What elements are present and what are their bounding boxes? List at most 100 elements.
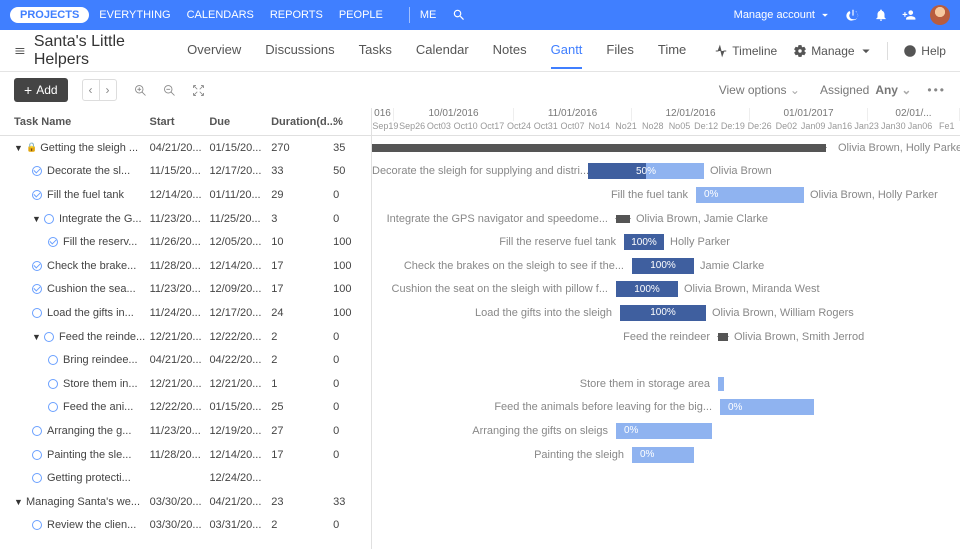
help-button[interactable]: Help: [903, 44, 946, 58]
task-row[interactable]: Cushion the sea...11/23/20...12/09/20...…: [0, 278, 371, 302]
gantt-row[interactable]: Check the brakes on the sleigh to see if…: [372, 254, 960, 278]
caret-icon[interactable]: ▼: [14, 497, 26, 507]
assigned-filter[interactable]: Any ⌄: [875, 83, 911, 97]
gantt-bar[interactable]: 100%: [620, 305, 706, 321]
check-icon[interactable]: [48, 237, 58, 247]
nav-people[interactable]: PEOPLE: [339, 9, 383, 21]
caret-icon[interactable]: ▼: [32, 214, 44, 224]
check-icon[interactable]: [32, 520, 42, 530]
nav-calendars[interactable]: CALENDARS: [187, 9, 254, 21]
add-button[interactable]: +Add: [14, 78, 68, 102]
task-row[interactable]: Feed the ani...12/22/20...01/15/20...250: [0, 396, 371, 420]
add-user-icon[interactable]: [902, 8, 916, 22]
tab-discussions[interactable]: Discussions: [265, 32, 334, 69]
gantt-bar[interactable]: 100%: [632, 258, 694, 274]
task-row[interactable]: Painting the sle...11/28/20...12/14/20..…: [0, 443, 371, 467]
gantt-row[interactable]: Fill the reserve fuel tank100%Holly Park…: [372, 230, 960, 254]
expand-icon[interactable]: [191, 83, 206, 98]
gantt-row[interactable]: Integrate the GPS navigator and speedome…: [372, 207, 960, 231]
manage-account[interactable]: Manage account: [734, 8, 832, 22]
gantt-bar[interactable]: 0%: [632, 447, 694, 463]
caret-icon[interactable]: ▼: [14, 143, 26, 153]
power-icon[interactable]: [846, 8, 860, 22]
check-icon[interactable]: [32, 308, 42, 318]
gantt-row[interactable]: Painting the sleigh0%: [372, 443, 960, 467]
tab-files[interactable]: Files: [606, 32, 633, 69]
task-row[interactable]: ▼Managing Santa's we...03/30/20...04/21/…: [0, 490, 371, 514]
task-row[interactable]: ▼Integrate the G...11/23/20...11/25/20..…: [0, 207, 371, 231]
check-icon[interactable]: [32, 261, 42, 271]
gantt-row[interactable]: Load the gifts into the sleigh100%Olivia…: [372, 301, 960, 325]
bell-icon[interactable]: [874, 8, 888, 22]
gantt-row[interactable]: [372, 348, 960, 372]
check-icon[interactable]: [32, 190, 42, 200]
gantt-row[interactable]: Olivia Brown, Holly Parker,: [372, 136, 960, 160]
col-task-name[interactable]: Task Name: [14, 116, 150, 128]
gantt-row[interactable]: Feed the animals before leaving for the …: [372, 396, 960, 420]
gantt-bar[interactable]: 0%: [720, 399, 814, 415]
check-icon[interactable]: [32, 284, 42, 294]
view-options[interactable]: View options ⌄: [719, 83, 800, 97]
check-icon[interactable]: [48, 379, 58, 389]
summary-bar[interactable]: [616, 215, 630, 223]
task-row[interactable]: ▼🔒Getting the sleigh ...04/21/20...01/15…: [0, 136, 371, 160]
more-menu[interactable]: •••: [927, 83, 946, 97]
task-row[interactable]: ▼Feed the reinde...12/21/20...12/22/20..…: [0, 325, 371, 349]
gantt-row[interactable]: Decorate the sleigh for supplying and di…: [372, 160, 960, 184]
col-percent[interactable]: %: [333, 116, 367, 128]
check-icon[interactable]: [44, 332, 54, 342]
check-icon[interactable]: [32, 166, 42, 176]
check-icon[interactable]: [48, 402, 58, 412]
tab-time[interactable]: Time: [658, 32, 686, 69]
avatar[interactable]: [930, 5, 950, 25]
tab-overview[interactable]: Overview: [187, 32, 241, 69]
task-row[interactable]: Decorate the sl...11/15/20...12/17/20...…: [0, 160, 371, 184]
search-icon[interactable]: [452, 8, 466, 22]
zoom-in-icon[interactable]: [133, 83, 148, 98]
nav-projects[interactable]: PROJECTS: [10, 7, 89, 23]
pager-prev[interactable]: ‹: [83, 80, 100, 100]
menu-icon[interactable]: [14, 43, 26, 59]
tab-gantt[interactable]: Gantt: [551, 32, 583, 69]
gantt-row[interactable]: [372, 490, 960, 514]
task-row[interactable]: Check the brake...11/28/20...12/14/20...…: [0, 254, 371, 278]
tab-tasks[interactable]: Tasks: [359, 32, 392, 69]
gantt-row[interactable]: Feed the reindeerOlivia Brown, Smith Jer…: [372, 325, 960, 349]
gantt-bar[interactable]: 50%: [588, 163, 704, 179]
gantt-bar[interactable]: 100%: [624, 234, 664, 250]
summary-bar[interactable]: [718, 333, 728, 341]
col-duration[interactable]: Duration(d...: [271, 116, 333, 128]
col-due[interactable]: Due: [209, 116, 271, 128]
check-icon[interactable]: [44, 214, 54, 224]
timeline-button[interactable]: Timeline: [714, 44, 777, 58]
col-start[interactable]: Start: [150, 116, 210, 128]
check-icon[interactable]: [32, 426, 42, 436]
gantt-row[interactable]: [372, 514, 960, 538]
task-row[interactable]: Bring reindee...04/21/20...04/22/20...20: [0, 348, 371, 372]
gantt-bar[interactable]: 100%: [616, 281, 678, 297]
task-row[interactable]: Fill the reserv...11/26/20...12/05/20...…: [0, 230, 371, 254]
gantt-chart[interactable]: 01610/01/201611/01/201612/01/201601/01/2…: [372, 108, 960, 549]
task-row[interactable]: Load the gifts in...11/24/20...12/17/20.…: [0, 301, 371, 325]
task-row[interactable]: Fill the fuel tank12/14/20...01/11/20...…: [0, 183, 371, 207]
gantt-row[interactable]: Cushion the seat on the sleigh with pill…: [372, 278, 960, 302]
gantt-row[interactable]: Arranging the gifts on sleigs0%: [372, 419, 960, 443]
gantt-bar[interactable]: [718, 377, 724, 391]
task-row[interactable]: Review the clien...03/30/20...03/31/20..…: [0, 514, 371, 538]
task-row[interactable]: Store them in...12/21/20...12/21/20...10: [0, 372, 371, 396]
check-icon[interactable]: [48, 355, 58, 365]
check-icon[interactable]: [32, 473, 42, 483]
tab-notes[interactable]: Notes: [493, 32, 527, 69]
task-row[interactable]: Getting protecti...12/24/20...: [0, 466, 371, 490]
gantt-row[interactable]: Fill the fuel tank0%Olivia Brown, Holly …: [372, 183, 960, 207]
nav-reports[interactable]: REPORTS: [270, 9, 323, 21]
caret-icon[interactable]: ▼: [32, 332, 44, 342]
zoom-out-icon[interactable]: [162, 83, 177, 98]
gantt-bar[interactable]: 0%: [616, 423, 712, 439]
gantt-row[interactable]: Store them in storage area: [372, 372, 960, 396]
tab-calendar[interactable]: Calendar: [416, 32, 469, 69]
summary-bar[interactable]: [372, 144, 826, 152]
gantt-bar[interactable]: 0%: [696, 187, 804, 203]
pager-next[interactable]: ›: [100, 80, 116, 100]
check-icon[interactable]: [32, 450, 42, 460]
